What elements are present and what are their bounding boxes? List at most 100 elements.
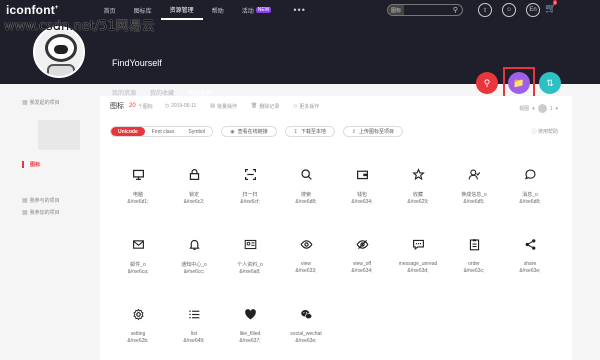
- chevron-down-icon: ▾: [532, 105, 535, 112]
- icon-name: 电脑: [132, 192, 143, 198]
- nav-resource-management[interactable]: 资源管理: [160, 0, 203, 20]
- watermark-text: www.csdn.net/51网易云: [4, 19, 155, 34]
- icon-name: view_off: [352, 261, 372, 267]
- icon-card[interactable]: 个人资料_o &#xe6a8;: [222, 226, 278, 286]
- star-icon: [408, 164, 428, 184]
- icon-card[interactable]: list &#xe649;: [166, 296, 222, 356]
- delete-record-button[interactable]: 🗑 删除记录: [251, 103, 279, 110]
- icon-card[interactable]: like_filled &#xe637;: [222, 296, 278, 356]
- icon-unicode: &#xe6cc;: [183, 269, 205, 275]
- icon-unicode: &#xe649;: [183, 338, 205, 344]
- sidebar-item-icons[interactable]: 图标: [22, 158, 88, 170]
- icon-card[interactable]: setting &#xe62b;: [110, 296, 166, 356]
- more-actions-label: 更多操作: [299, 103, 320, 110]
- new-badge: NEW: [255, 7, 272, 13]
- clipboard-icon: [464, 234, 484, 254]
- unicode-tab[interactable]: Unicode: [111, 127, 145, 136]
- helmet-visor: [54, 45, 68, 54]
- icon-unicode: &#xe6cf;: [240, 199, 260, 205]
- bell-icon: [184, 234, 204, 254]
- icon-unicode: &#xe6ca;: [127, 269, 149, 275]
- view-online-link-button[interactable]: ◉ 查看在线链接: [221, 126, 277, 137]
- icon-card[interactable]: 搜索 &#xe6d8;: [278, 156, 334, 216]
- help-link[interactable]: ⓘ 使用帮助: [532, 128, 558, 135]
- more-icon: ◇: [293, 103, 298, 109]
- icon-unicode: &#xe633;: [295, 268, 317, 274]
- icon-unicode: &#xe634;: [351, 199, 373, 205]
- icon-unicode: &#xe637;: [239, 338, 261, 344]
- icon-name: 个人资料_o: [237, 262, 263, 268]
- icon-card[interactable]: 换成信息_o &#xe6d5;: [446, 156, 502, 216]
- username: FindYourself: [112, 58, 162, 68]
- icon-card[interactable]: social_wechat &#xe63e;: [278, 296, 334, 356]
- wallet-icon: [352, 164, 372, 184]
- icon-unicode: &#xe6d8;: [519, 199, 541, 205]
- icon-name: share: [523, 261, 537, 267]
- scan-icon: [240, 164, 260, 184]
- member-avatar: [537, 104, 547, 113]
- icon-card[interactable]: 钱包 &#xe634;: [334, 156, 390, 216]
- nav-activity[interactable]: 活动 NEW: [233, 0, 281, 20]
- top-icon-group: ⇧ ☺ En: [478, 3, 540, 17]
- sidebar-item-label: 我发起的项目: [29, 99, 60, 106]
- share-icon: [520, 234, 540, 254]
- upload-icon[interactable]: ⇧: [478, 3, 492, 17]
- icon-card[interactable]: 收藏 &#xe629;: [390, 156, 446, 216]
- user-icon[interactable]: ☺: [502, 3, 516, 17]
- sidebar-item-participated[interactable]: ▦ 我参与的项目: [22, 194, 88, 206]
- icon-card[interactable]: 扫一扫 &#xe6cf;: [222, 156, 278, 216]
- project-main-panel: 图标 20 个图标 ◷ 2019-05-11 ▤ 批量操作 🗑 删除记录 ◇ 更多操作 …: [100, 96, 572, 360]
- icon-card[interactable]: 通知中心_o &#xe6cc;: [166, 226, 222, 286]
- nav-help[interactable]: 帮助: [203, 0, 233, 20]
- sidebar-item-my-created[interactable]: ▦ 我发起的项目: [22, 96, 88, 108]
- search-type-select[interactable]: 图标: [388, 5, 405, 15]
- icon-count-unit: 个图标: [137, 103, 153, 110]
- icon-card[interactable]: order &#xe63c;: [446, 226, 502, 286]
- icon-name: 邮件_o: [130, 262, 146, 268]
- more-dots-icon[interactable]: •••: [284, 0, 314, 20]
- delete-record-label: 删除记录: [259, 103, 280, 110]
- language-icon[interactable]: En: [526, 3, 540, 17]
- folder-icon: ▦: [22, 99, 28, 106]
- gear-icon: [128, 304, 148, 324]
- icon-card[interactable]: view &#xe633;: [278, 226, 334, 286]
- help-link-label: 使用帮助: [537, 129, 558, 135]
- batch-action-label: 批量操作: [217, 103, 238, 110]
- download-icon: ↧: [293, 128, 298, 135]
- download-local-button[interactable]: ↧ 下载至本地: [284, 126, 335, 137]
- eye-icon: [296, 234, 316, 254]
- id-card-icon: [240, 234, 260, 254]
- search-icon[interactable]: ⚲: [453, 6, 458, 14]
- project-thumbnail[interactable]: [38, 120, 80, 150]
- icon-card[interactable]: share &#xe63e;: [502, 226, 558, 286]
- icon-card[interactable]: 锁定 &#xe6c2;: [166, 156, 222, 216]
- icon-card[interactable]: 消息_o &#xe6d8;: [502, 156, 558, 216]
- more-actions-button[interactable]: ◇ 更多操作: [293, 103, 319, 110]
- search-fab-button[interactable]: ⚲: [476, 72, 498, 94]
- new-folder-fab-button[interactable]: 📁: [508, 72, 530, 94]
- font-class-tab[interactable]: Font class: [144, 127, 182, 136]
- search-input[interactable]: [404, 7, 453, 13]
- code-type-switch: Unicode Font class Symbol: [110, 126, 214, 137]
- search-box: 图标 ⚲: [387, 4, 463, 16]
- nav-activity-label: 活动: [241, 8, 254, 15]
- icon-name: like_filled: [239, 331, 261, 337]
- sort-fab-button[interactable]: ⇅: [539, 72, 561, 94]
- icon-name: 钱包: [356, 192, 367, 198]
- chat-icon: [520, 164, 540, 184]
- icon-card[interactable]: view_off &#xe634;: [334, 226, 390, 286]
- message-unread-icon: [408, 234, 428, 254]
- sidebar-item-joined[interactable]: ▦ 我参加的项目: [22, 206, 88, 218]
- upload-icon-button[interactable]: ↥ 上传图标至项目: [342, 126, 404, 137]
- icon-unicode: &#xe6d8;: [295, 199, 317, 205]
- icon-card[interactable]: 电脑 &#xe6d1;: [110, 156, 166, 216]
- view-online-link-label: 查看在线链接: [237, 129, 268, 135]
- view-control[interactable]: 视图 ▾ 1 ▾: [519, 104, 558, 113]
- icon-card[interactable]: 邮件_o &#xe6ca;: [110, 226, 166, 286]
- view-label: 视图: [519, 106, 530, 112]
- icon-card[interactable]: message_unread &#xe63d;: [390, 226, 446, 286]
- icon-unicode: &#xe63c;: [463, 268, 485, 274]
- upload-icon: ↥: [351, 128, 357, 135]
- batch-action-button[interactable]: ▤ 批量操作: [210, 103, 237, 110]
- symbol-tab[interactable]: Symbol: [181, 127, 213, 136]
